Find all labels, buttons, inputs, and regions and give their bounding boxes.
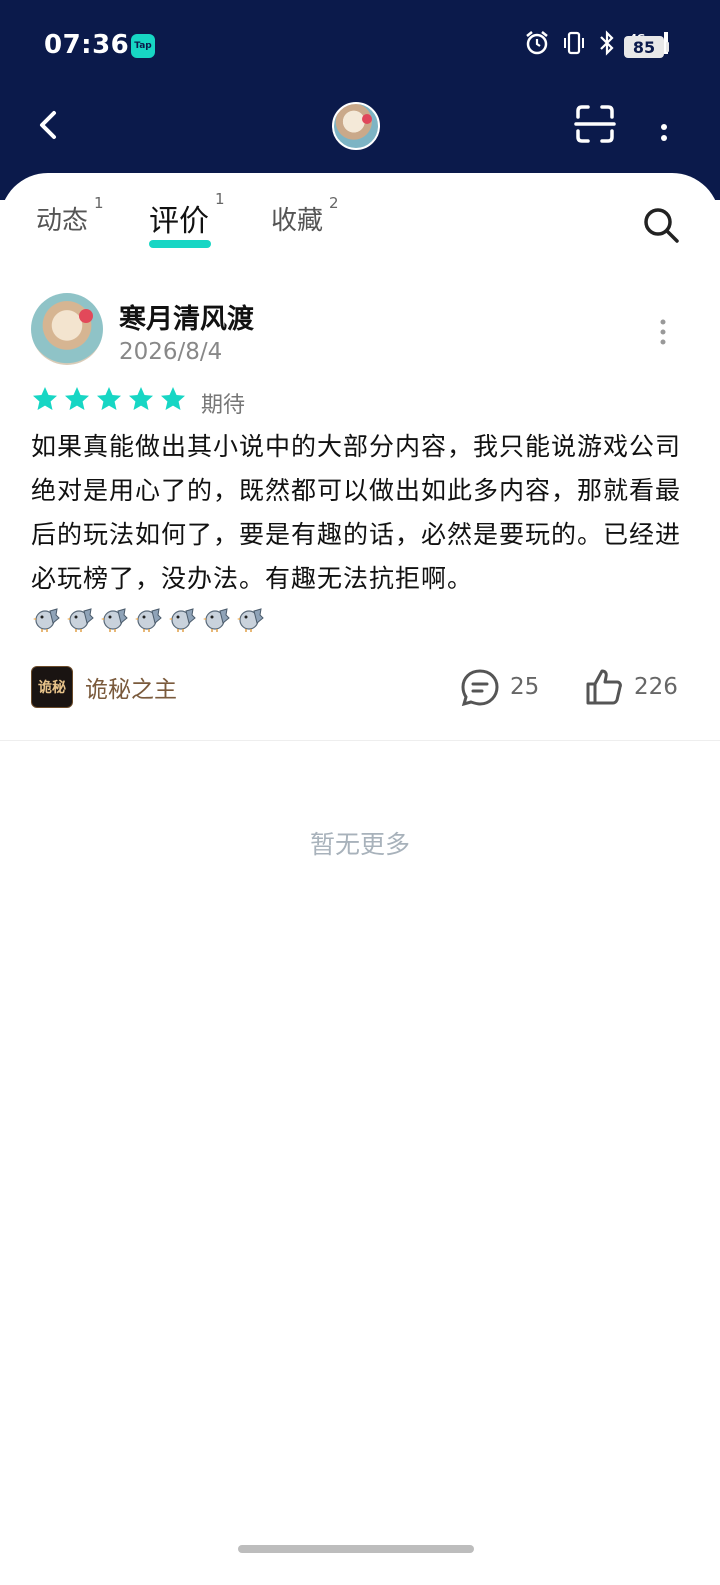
- game-link[interactable]: 诡秘 诡秘之主: [31, 666, 331, 708]
- star-icon: [161, 387, 185, 410]
- alarm-icon: [526, 31, 548, 55]
- comment-count: 25: [510, 674, 540, 700]
- battery-indicator: 85: [624, 36, 669, 58]
- tab-count: 1: [215, 190, 225, 208]
- review-date: 2026/8/4: [119, 339, 223, 365]
- star-icon: [33, 387, 57, 410]
- back-arrow-icon[interactable]: [30, 105, 70, 145]
- pigeon-sticker-icon: [169, 608, 196, 632]
- thumbs-up-icon: [586, 669, 622, 705]
- username[interactable]: 寒月清风渡: [119, 297, 254, 336]
- divider: [0, 740, 720, 741]
- comment-button[interactable]: 25: [460, 667, 539, 707]
- game-icon: 诡秘: [31, 666, 73, 708]
- profile-tabs: 动态 1 评价 1 收藏 2: [0, 190, 720, 260]
- tab-label: 动态: [36, 206, 89, 236]
- bluetooth-icon: [600, 30, 614, 56]
- tab-label: 收藏: [271, 206, 324, 236]
- tab-count: 2: [329, 194, 339, 212]
- search-icon[interactable]: [640, 204, 682, 246]
- tab-activity[interactable]: 动态 1: [36, 194, 104, 237]
- star-icon: [129, 387, 153, 410]
- tab-reviews[interactable]: 评价 1: [149, 190, 225, 240]
- comment-icon: [461, 669, 499, 707]
- profile-avatar[interactable]: [332, 102, 380, 150]
- no-more-text: 暂无更多: [309, 830, 410, 859]
- status-bar: 07:36 Tap 4G 85: [0, 28, 720, 64]
- review-more-icon[interactable]: [652, 317, 674, 347]
- star-icon: [65, 387, 89, 410]
- tab-count: 1: [94, 194, 104, 212]
- star-icon: [97, 387, 121, 410]
- pigeon-sticker-icon: [203, 608, 230, 632]
- emoji-row: [33, 605, 265, 633]
- status-time: 07:36: [44, 30, 130, 60]
- pigeon-sticker-icon: [67, 608, 94, 632]
- tab-favorites[interactable]: 收藏 2: [271, 194, 339, 237]
- user-avatar[interactable]: [31, 293, 103, 365]
- vibrate-icon: [564, 31, 584, 55]
- scan-icon[interactable]: [574, 103, 616, 145]
- like-count: 226: [634, 674, 678, 700]
- game-name: 诡秘之主: [85, 677, 177, 703]
- active-tab-indicator: [149, 240, 211, 248]
- top-nav: [0, 95, 720, 155]
- rating-label: 期待: [201, 393, 246, 418]
- pigeon-sticker-icon: [33, 608, 60, 632]
- more-options-icon[interactable]: [652, 107, 676, 147]
- home-indicator[interactable]: [238, 1545, 474, 1553]
- tab-label: 评价: [149, 204, 209, 239]
- review-text[interactable]: 如果真能做出其小说中的大部分内容，我只能说游戏公司绝对是用心了的，既然都可以做出…: [31, 425, 681, 601]
- pigeon-sticker-icon: [237, 608, 264, 632]
- pigeon-sticker-icon: [101, 608, 128, 632]
- pigeon-sticker-icon: [135, 608, 162, 632]
- like-button[interactable]: 226: [584, 667, 678, 707]
- tap-app-icon: Tap: [131, 34, 155, 58]
- star-rating: [31, 385, 187, 413]
